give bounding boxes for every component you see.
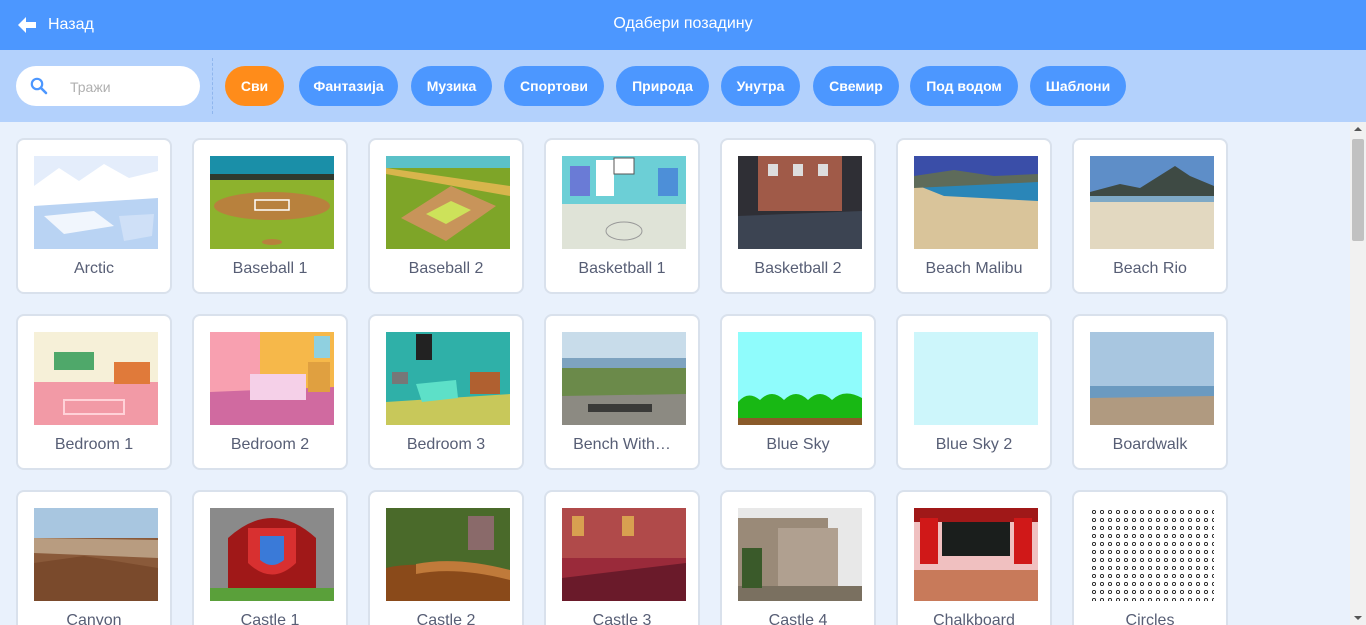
backdrop-name: Baseball 2 [408, 260, 484, 277]
backdrop-name: Canyon [66, 612, 122, 625]
backdrop-card[interactable]: Basketball 2 [720, 138, 876, 294]
backdrop-card[interactable]: Arctic [16, 138, 172, 294]
backdrop-name: Castle 4 [768, 612, 828, 625]
backdrop-card[interactable]: Castle 1 [192, 490, 348, 625]
search-input[interactable] [68, 74, 198, 100]
backdrop-card[interactable]: Canyon [16, 490, 172, 625]
backdrop-thumbnail [562, 332, 686, 425]
backdrop-thumbnail [562, 508, 686, 601]
backdrop-name: Basketball 1 [578, 260, 666, 277]
category-chip[interactable]: Спортови [504, 66, 604, 106]
backdrop-card[interactable]: Bedroom 2 [192, 314, 348, 470]
divider [212, 58, 213, 114]
backdrop-card[interactable]: Bedroom 3 [368, 314, 524, 470]
category-chip[interactable]: Природа [616, 66, 709, 106]
backdrop-name: Basketball 2 [754, 260, 842, 277]
backdrop-name: Chalkboard [933, 612, 1015, 625]
backdrop-card[interactable]: Blue Sky 2 [896, 314, 1052, 470]
backdrop-name: Castle 3 [592, 612, 652, 625]
backdrop-thumbnail [386, 156, 510, 249]
backdrop-thumbnail [210, 156, 334, 249]
backdrop-name: Circles [1125, 612, 1175, 625]
backdrop-grid: Arctic Baseball 1 Baseball 2 Basketball … [0, 122, 1350, 625]
category-chip[interactable]: Свемир [813, 66, 899, 106]
backdrop-thumbnail [386, 332, 510, 425]
scroll-down-icon[interactable] [1350, 611, 1366, 625]
page-title: Одабери позадину [613, 15, 753, 32]
backdrop-name: Beach Rio [1113, 260, 1187, 277]
filter-bar: Сви Фантазија Музика Спортови Природа Унутра С… [0, 50, 1366, 122]
backdrop-thumbnail [914, 156, 1038, 249]
backdrop-thumbnail [738, 332, 862, 425]
category-chip[interactable]: Музика [411, 66, 492, 106]
backdrop-card[interactable]: Baseball 1 [192, 138, 348, 294]
backdrop-thumbnail [1090, 156, 1214, 249]
backdrop-name: Castle 2 [416, 612, 476, 625]
backdrop-card[interactable]: Bench With… [544, 314, 700, 470]
header: Назад Одабери позадину [0, 0, 1366, 50]
backdrop-name: Bench With… [573, 436, 671, 453]
category-chip[interactable]: Фантазија [299, 66, 398, 106]
backdrop-name: Bedroom 2 [230, 436, 310, 453]
backdrop-card[interactable]: Boardwalk [1072, 314, 1228, 470]
category-chip[interactable]: Унутра [721, 66, 800, 106]
backdrop-name: Baseball 1 [232, 260, 308, 277]
backdrop-thumbnail [210, 508, 334, 601]
backdrop-thumbnail [210, 332, 334, 425]
search-icon [30, 77, 48, 95]
backdrop-thumbnail [914, 332, 1038, 425]
category-chip[interactable]: Сви [225, 66, 284, 106]
backdrop-name: Boardwalk [1112, 436, 1188, 453]
backdrop-name: Blue Sky 2 [935, 436, 1013, 453]
backdrop-thumbnail [34, 332, 158, 425]
backdrop-thumbnail [562, 156, 686, 249]
backdrop-name: Bedroom 1 [54, 436, 134, 453]
backdrop-card[interactable]: Beach Malibu [896, 138, 1052, 294]
scroll-up-icon[interactable] [1350, 122, 1366, 136]
backdrop-card[interactable]: Chalkboard [896, 490, 1052, 625]
backdrop-thumbnail [738, 508, 862, 601]
backdrop-thumbnail [738, 156, 862, 249]
backdrop-name: Castle 1 [240, 612, 300, 625]
backdrop-card[interactable]: Circles [1072, 490, 1228, 625]
backdrop-card[interactable]: Castle 4 [720, 490, 876, 625]
category-chip[interactable]: Шаблони [1030, 66, 1126, 106]
backdrop-card[interactable]: Basketball 1 [544, 138, 700, 294]
backdrop-card[interactable]: Castle 2 [368, 490, 524, 625]
backdrop-name: Arctic [74, 260, 114, 277]
scrollbar-thumb[interactable] [1352, 139, 1364, 241]
backdrop-name: Beach Malibu [925, 260, 1023, 277]
backdrop-thumbnail [914, 508, 1038, 601]
backdrop-thumbnail [1090, 508, 1214, 601]
backdrop-thumbnail [34, 156, 158, 249]
backdrop-card[interactable]: Blue Sky [720, 314, 876, 470]
backdrop-card[interactable]: Castle 3 [544, 490, 700, 625]
backdrop-thumbnail [1090, 332, 1214, 425]
search-box [16, 66, 200, 106]
backdrop-thumbnail [386, 508, 510, 601]
backdrop-card[interactable]: Beach Rio [1072, 138, 1228, 294]
category-chip[interactable]: Под водом [910, 66, 1018, 106]
backdrop-card[interactable]: Bedroom 1 [16, 314, 172, 470]
backdrop-name: Blue Sky [766, 436, 830, 453]
scrollbar[interactable] [1350, 122, 1366, 625]
backdrop-card[interactable]: Baseball 2 [368, 138, 524, 294]
backdrop-thumbnail [34, 508, 158, 601]
backdrop-name: Bedroom 3 [406, 436, 486, 453]
